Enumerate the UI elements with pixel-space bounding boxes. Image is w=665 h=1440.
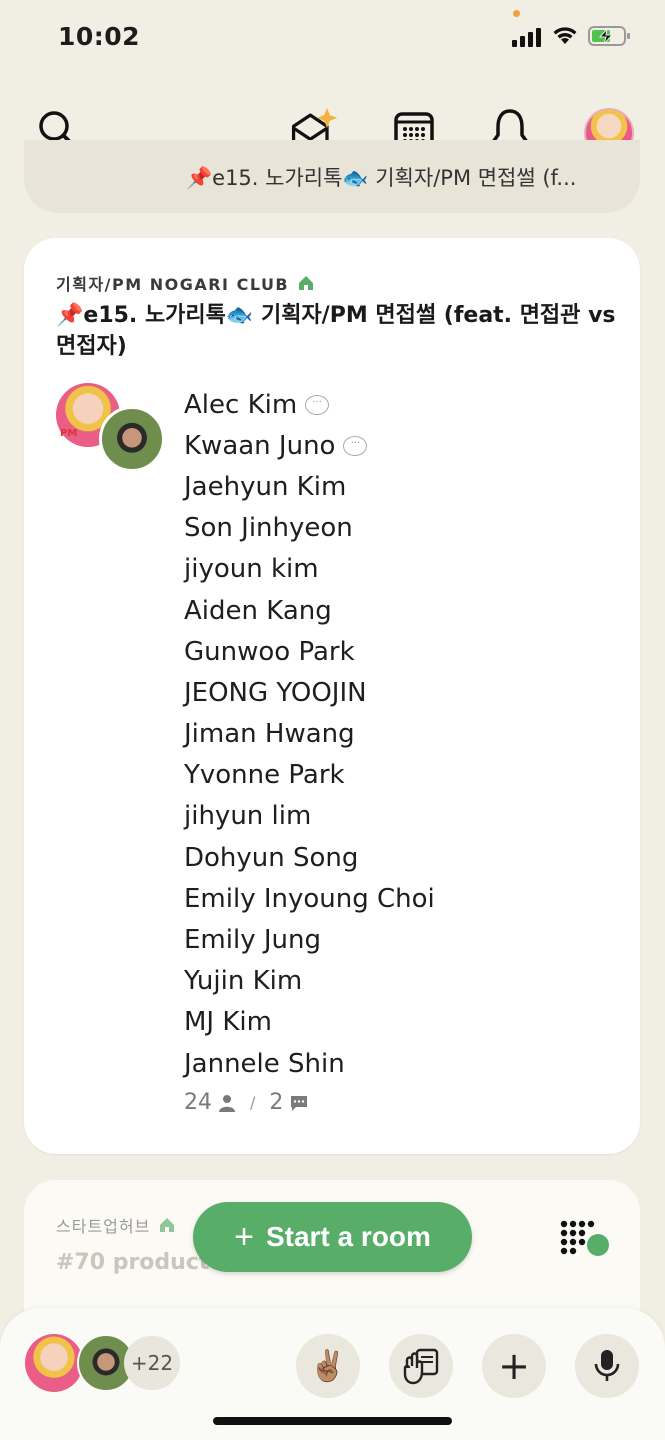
speaker-name: Dohyun Song — [184, 842, 359, 873]
count-separator: / — [250, 1093, 256, 1112]
chat-bubble-icon: ··· — [343, 435, 368, 456]
list-item: Jannele Shin — [184, 1043, 435, 1084]
speaker-name: jihyun lim — [184, 801, 312, 832]
list-item: Yujin Kim — [184, 961, 435, 1002]
battery-charging-icon — [588, 26, 630, 46]
list-item: Emily Jung — [184, 919, 435, 960]
house-icon — [299, 276, 314, 290]
speaker-name: Kwaan Juno — [184, 430, 336, 461]
club-name: 기획자/PM NOGARI CLUB — [56, 271, 315, 295]
list-item: Dohyun Song — [184, 837, 435, 878]
speaker-count: 2 — [269, 1090, 284, 1115]
list-item: Son Jinhyeon — [184, 508, 435, 549]
club-label: 기획자/PM NOGARI CLUB — [56, 275, 290, 294]
next-club-name: 스타트업허브 — [56, 1213, 176, 1237]
add-button[interactable]: + — [482, 1334, 546, 1398]
speaker-name: Jannele Shin — [184, 1048, 345, 1079]
previous-room-title: 📌e15. 노가리톡🐟 기획자/PM 면접썰 (f... — [186, 166, 577, 190]
list-item: Kwaan Juno ··· — [184, 425, 435, 466]
list-item: jiyoun kim — [184, 549, 435, 590]
chat-bubble-icon: ··· — [305, 394, 330, 415]
speaker-name: Aiden Kang — [184, 595, 332, 626]
plus-icon: + — [234, 1217, 254, 1256]
list-item: Gunwoo Park — [184, 631, 435, 672]
list-item: JEONG YOOJIN — [184, 672, 435, 713]
list-item: jihyun lim — [184, 796, 435, 837]
list-item: Emily Inyoung Choi — [184, 878, 435, 919]
list-item: Aiden Kang — [184, 590, 435, 631]
speaker-name: Yvonne Park — [184, 760, 345, 791]
status-time: 10:02 — [58, 22, 141, 51]
speaker-name: MJ Kim — [184, 1007, 272, 1038]
speaker-name: Yujin Kim — [184, 966, 303, 997]
mic-button[interactable] — [575, 1334, 639, 1398]
privacy-indicator-dot — [513, 10, 520, 17]
house-icon — [160, 1218, 175, 1232]
cellular-signal-icon — [512, 27, 544, 47]
list-item: MJ Kim — [184, 1002, 435, 1043]
speaker-avatar[interactable] — [99, 406, 165, 472]
wave-button[interactable]: ✌🏽 — [296, 1334, 360, 1398]
speaker-name: Jaehyun Kim — [184, 471, 347, 502]
speaker-name: jiyoun kim — [184, 554, 319, 585]
speaker-name: Emily Jung — [184, 925, 321, 956]
start-room-button[interactable]: + Start a room — [193, 1202, 472, 1272]
list-item: Jiman Hwang — [184, 714, 435, 755]
list-item: Yvonne Park — [184, 755, 435, 796]
speaker-name: Son Jinhyeon — [184, 513, 353, 544]
dots-grid-icon[interactable] — [558, 1218, 610, 1260]
bottom-avatar[interactable] — [25, 1334, 83, 1392]
listener-count: 24 — [184, 1090, 212, 1115]
next-club-label: 스타트업허브 — [56, 1217, 151, 1236]
person-icon — [219, 1094, 235, 1112]
avatar-badge: PM — [60, 428, 78, 439]
status-bar: 10:02 — [0, 0, 665, 72]
speaker-list: Alec Kim ··· Kwaan Juno ··· Jaehyun Kim So… — [184, 384, 435, 1084]
speaker-name: Gunwoo Park — [184, 636, 355, 667]
list-item: Alec Kim ··· — [184, 384, 435, 425]
home-indicator[interactable] — [213, 1417, 452, 1425]
speaker-name: Jiman Hwang — [184, 719, 355, 750]
start-room-label: Start a room — [265, 1221, 431, 1252]
wifi-icon — [553, 27, 577, 44]
room-counts: 24 / 2 — [184, 1090, 309, 1115]
speaker-name: JEONG YOOJIN — [184, 677, 367, 708]
chat-icon — [291, 1095, 308, 1111]
hand-icon — [403, 1348, 439, 1385]
more-listeners-badge[interactable]: +22 — [124, 1336, 180, 1390]
room-title: 📌e15. 노가리톡🐟 기획자/PM 면접썰 (feat. 면접관 vs 면접자… — [56, 303, 616, 359]
speaker-name: Alec Kim — [184, 389, 298, 420]
speaker-name: Emily Inyoung Choi — [184, 883, 435, 914]
mic-icon — [594, 1350, 620, 1381]
wave-emoji: ✌🏽 — [309, 1348, 347, 1384]
list-item: Jaehyun Kim — [184, 466, 435, 507]
raise-hand-button[interactable] — [389, 1334, 453, 1398]
plus-icon: + — [498, 1344, 530, 1388]
